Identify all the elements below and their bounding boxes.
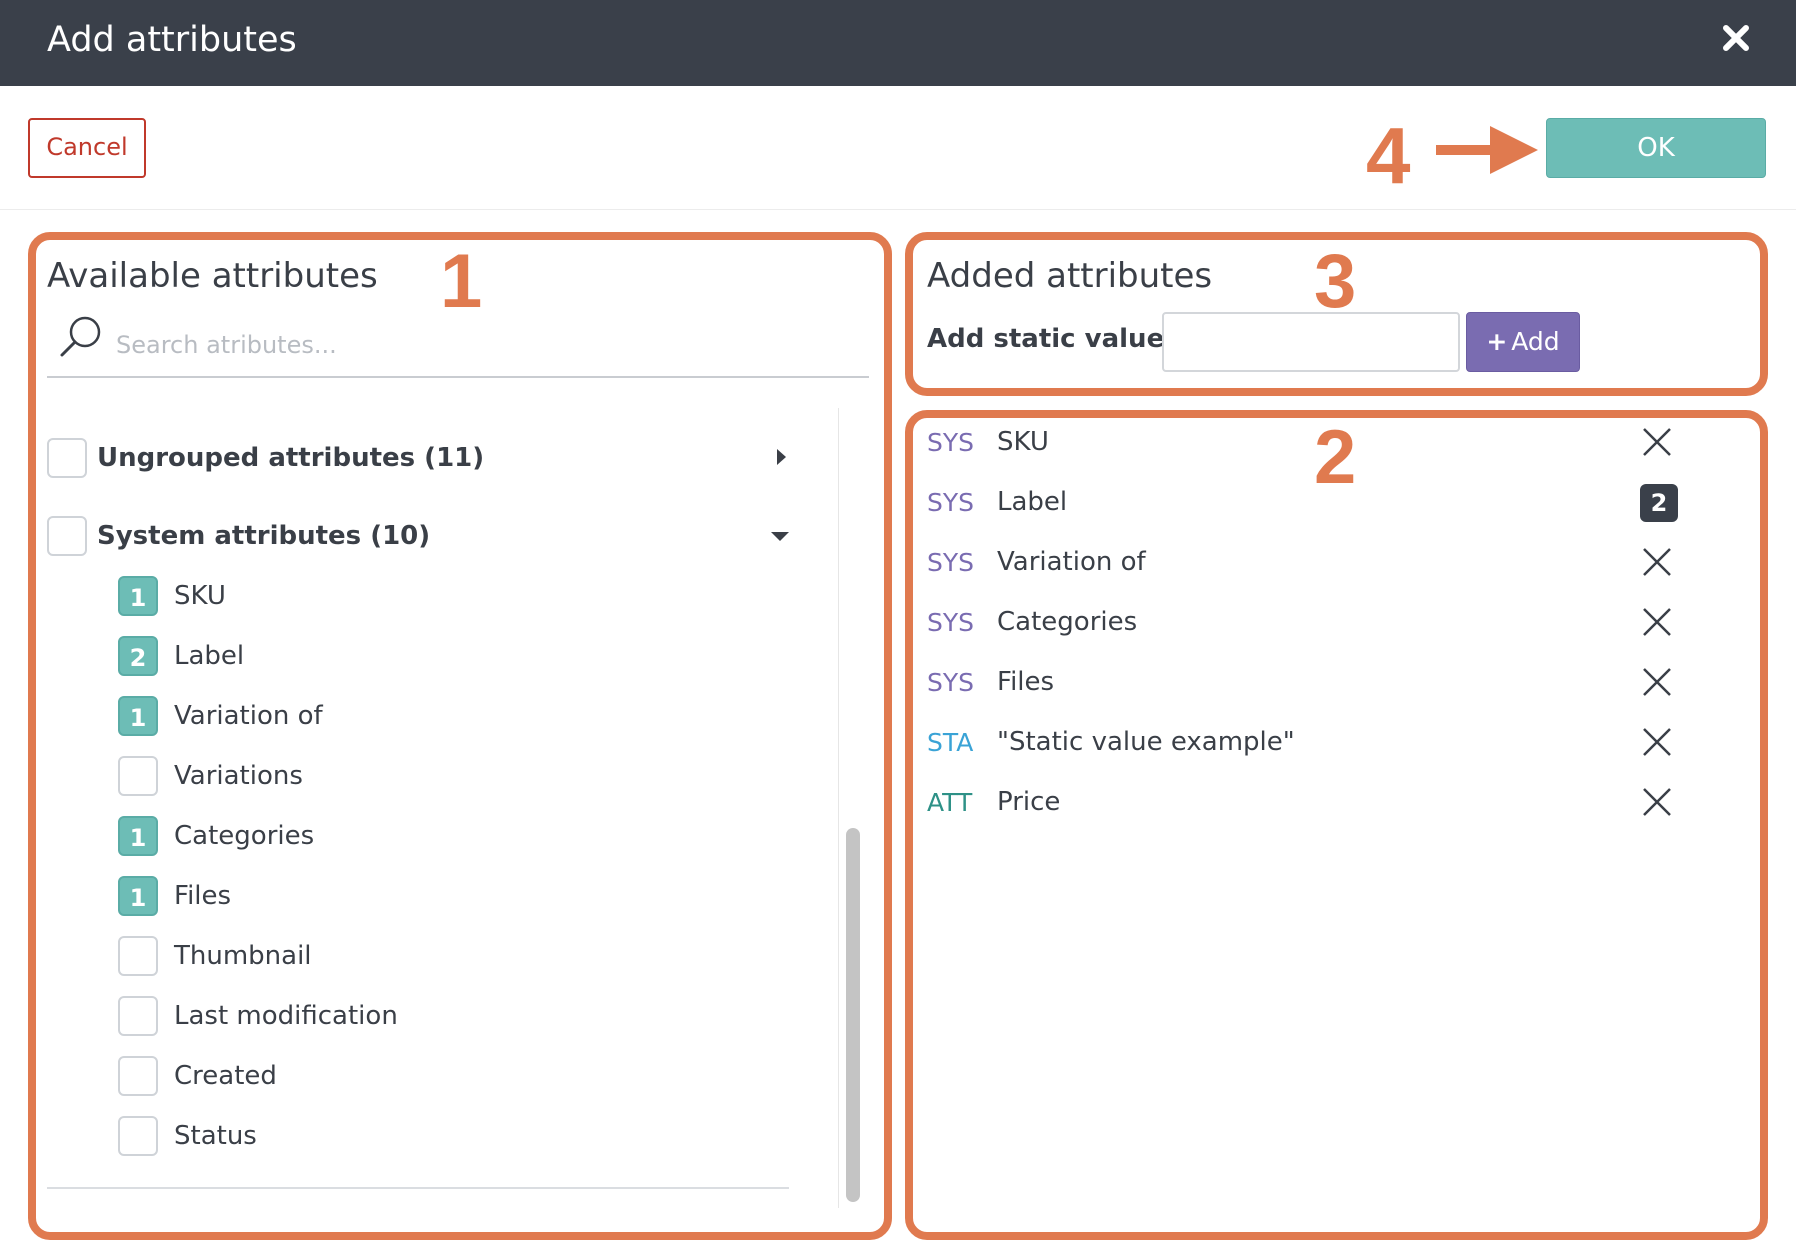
attribute-checkbox[interactable] bbox=[118, 756, 158, 796]
static-value-input[interactable] bbox=[1162, 312, 1460, 372]
attribute-type-tag: SYS bbox=[927, 667, 975, 697]
attribute-type-tag: SYS bbox=[927, 547, 975, 577]
attribute-type-tag: ATT bbox=[927, 787, 973, 817]
added-attribute-row[interactable]: SYS SKU bbox=[927, 420, 1687, 464]
close-icon[interactable] bbox=[1718, 20, 1754, 56]
attribute-item-files[interactable]: 1 Files bbox=[118, 876, 231, 916]
attribute-type-tag: SYS bbox=[927, 427, 975, 457]
search-underline bbox=[47, 376, 869, 378]
attribute-name: Variation of bbox=[997, 547, 1146, 577]
group-checkbox[interactable] bbox=[47, 516, 87, 556]
remove-icon[interactable] bbox=[1640, 665, 1674, 699]
attribute-item-status[interactable]: Status bbox=[118, 1116, 257, 1156]
selection-count-checkbox[interactable]: 2 bbox=[118, 636, 158, 676]
attribute-label: Categories bbox=[174, 821, 315, 851]
scrollbar-thumb[interactable] bbox=[846, 828, 860, 1202]
attribute-label: Thumbnail bbox=[174, 941, 312, 971]
attribute-item-label[interactable]: 2 Label bbox=[118, 636, 244, 676]
annotation-arrow-icon bbox=[1436, 126, 1538, 174]
remove-icon[interactable] bbox=[1640, 725, 1674, 759]
annotation-step-1: 1 bbox=[440, 239, 483, 324]
attribute-checkbox[interactable] bbox=[118, 996, 158, 1036]
static-value-label: Add static value bbox=[927, 324, 1165, 354]
attribute-type-tag: STA bbox=[927, 727, 974, 757]
added-attribute-row[interactable]: SYS Variation of bbox=[927, 540, 1687, 584]
attribute-name: Price bbox=[997, 787, 1061, 817]
attribute-item-thumbnail[interactable]: Thumbnail bbox=[118, 936, 312, 976]
plus-icon: + bbox=[1486, 327, 1508, 356]
annotation-box-added bbox=[905, 410, 1768, 1240]
added-attribute-row[interactable]: SYS Label bbox=[927, 480, 1687, 524]
attribute-name: SKU bbox=[997, 427, 1049, 457]
attribute-label: Variation of bbox=[174, 701, 323, 731]
attribute-name: Label bbox=[997, 487, 1068, 517]
remove-icon[interactable] bbox=[1640, 425, 1674, 459]
attribute-item-variations[interactable]: Variations bbox=[118, 756, 303, 796]
attribute-label: Created bbox=[174, 1061, 277, 1091]
remove-icon[interactable] bbox=[1640, 545, 1674, 579]
selection-count-checkbox[interactable]: 1 bbox=[118, 576, 158, 616]
selection-count-checkbox[interactable]: 1 bbox=[118, 816, 158, 856]
attribute-item-variation-of[interactable]: 1 Variation of bbox=[118, 696, 323, 736]
attribute-label: SKU bbox=[174, 581, 226, 611]
added-attribute-row[interactable]: STA "Static value example" bbox=[927, 720, 1687, 764]
group-ungrouped-attributes[interactable]: Ungrouped attributes (11) bbox=[47, 438, 484, 478]
search-icon bbox=[60, 316, 101, 357]
group-system-attributes[interactable]: System attributes (10) bbox=[47, 516, 430, 556]
group-label: Ungrouped attributes (11) bbox=[97, 443, 485, 473]
remove-icon[interactable] bbox=[1640, 605, 1674, 639]
group-label: System attributes (10) bbox=[97, 521, 431, 551]
annotation-step-3: 3 bbox=[1314, 239, 1357, 324]
attribute-label: Last modification bbox=[174, 1001, 398, 1031]
added-attributes-heading: Added attributes bbox=[927, 256, 1213, 296]
dialog-titlebar: Add attributes bbox=[0, 0, 1796, 86]
add-button-label: Add bbox=[1511, 327, 1560, 356]
selection-count-checkbox[interactable]: 1 bbox=[118, 696, 158, 736]
attribute-checkbox[interactable] bbox=[118, 936, 158, 976]
cancel-button[interactable]: Cancel bbox=[28, 118, 146, 178]
search-input[interactable] bbox=[116, 324, 856, 366]
added-attribute-row[interactable]: ATT Price bbox=[927, 780, 1687, 824]
attribute-label: Variations bbox=[174, 761, 303, 791]
attribute-item-sku[interactable]: 1 SKU bbox=[118, 576, 226, 616]
attribute-name: Categories bbox=[997, 607, 1138, 637]
selection-order-badge: 2 bbox=[1640, 484, 1678, 522]
dialog-title: Add attributes bbox=[47, 20, 297, 60]
attribute-label: Status bbox=[174, 1121, 257, 1151]
attribute-checkbox[interactable] bbox=[118, 1116, 158, 1156]
annotation-step-4: 4 bbox=[1366, 111, 1411, 200]
attribute-item-created[interactable]: Created bbox=[118, 1056, 277, 1096]
available-attributes-heading: Available attributes bbox=[47, 256, 378, 296]
attribute-checkbox[interactable] bbox=[118, 1056, 158, 1096]
attribute-item-last-modification[interactable]: Last modification bbox=[118, 996, 398, 1036]
added-attribute-row[interactable]: SYS Files bbox=[927, 660, 1687, 704]
attribute-item-categories[interactable]: 1 Categories bbox=[118, 816, 314, 856]
selection-count-checkbox[interactable]: 1 bbox=[118, 876, 158, 916]
attribute-type-tag: SYS bbox=[927, 607, 975, 637]
add-static-value-button[interactable]: + Add bbox=[1466, 312, 1580, 372]
remove-icon[interactable] bbox=[1640, 785, 1674, 819]
caret-down-icon[interactable] bbox=[771, 532, 789, 541]
attribute-name: "Static value example" bbox=[997, 727, 1295, 757]
added-attribute-row[interactable]: SYS Categories bbox=[927, 600, 1687, 644]
attribute-type-tag: SYS bbox=[927, 487, 975, 517]
attribute-label: Files bbox=[174, 881, 232, 911]
caret-right-icon[interactable] bbox=[777, 449, 786, 465]
ok-button[interactable]: OK bbox=[1546, 118, 1766, 178]
attribute-name: Files bbox=[997, 667, 1055, 697]
group-checkbox[interactable] bbox=[47, 438, 87, 478]
list-divider bbox=[47, 1187, 789, 1189]
attribute-label: Label bbox=[174, 641, 245, 671]
